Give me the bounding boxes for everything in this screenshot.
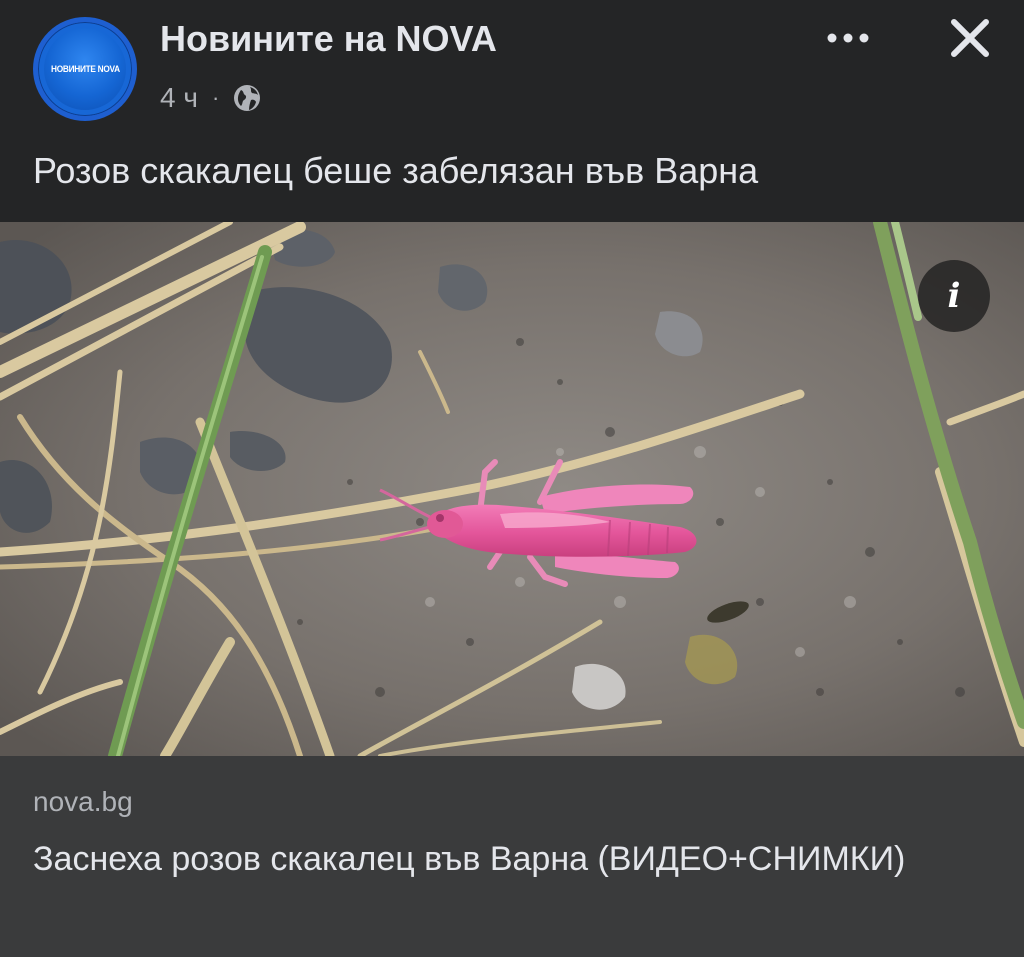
post-meta: 4 ч ·: [160, 80, 263, 116]
post-timestamp[interactable]: 4 ч: [160, 82, 198, 114]
post-card: НОВИНИТЕ NOVA Новините на NOVA 4 ч · Роз…: [0, 0, 1024, 957]
more-horizontal-icon: [827, 33, 869, 43]
page-name[interactable]: Новините на NOVA: [160, 18, 497, 60]
more-options-button[interactable]: [818, 18, 878, 58]
post-header: НОВИНИТЕ NOVA Новините на NOVA 4 ч ·: [0, 0, 1024, 150]
link-preview[interactable]: nova.bg Заснеха розов скакалец във Варна…: [0, 756, 1024, 957]
post-text: Розов скакалец беше забелязан във Варна: [33, 150, 759, 191]
nova-logo: НОВИНИТЕ NOVA: [44, 28, 126, 110]
page-avatar[interactable]: НОВИНИТЕ NOVA: [33, 17, 137, 121]
close-icon: [951, 19, 989, 57]
grasshopper-photo: [0, 222, 1024, 756]
post-photo[interactable]: [0, 222, 1024, 756]
close-button[interactable]: [940, 10, 1000, 66]
link-domain: nova.bg: [33, 786, 133, 817]
info-icon: i: [947, 276, 961, 316]
avatar-logo-text: НОВИНИТЕ NOVA: [50, 64, 120, 74]
link-title[interactable]: Заснеха розов скакалец във Варна (ВИДЕО+…: [33, 838, 973, 880]
globe-icon[interactable]: [231, 82, 263, 114]
info-button[interactable]: i: [918, 260, 990, 332]
meta-separator: ·: [211, 85, 220, 110]
